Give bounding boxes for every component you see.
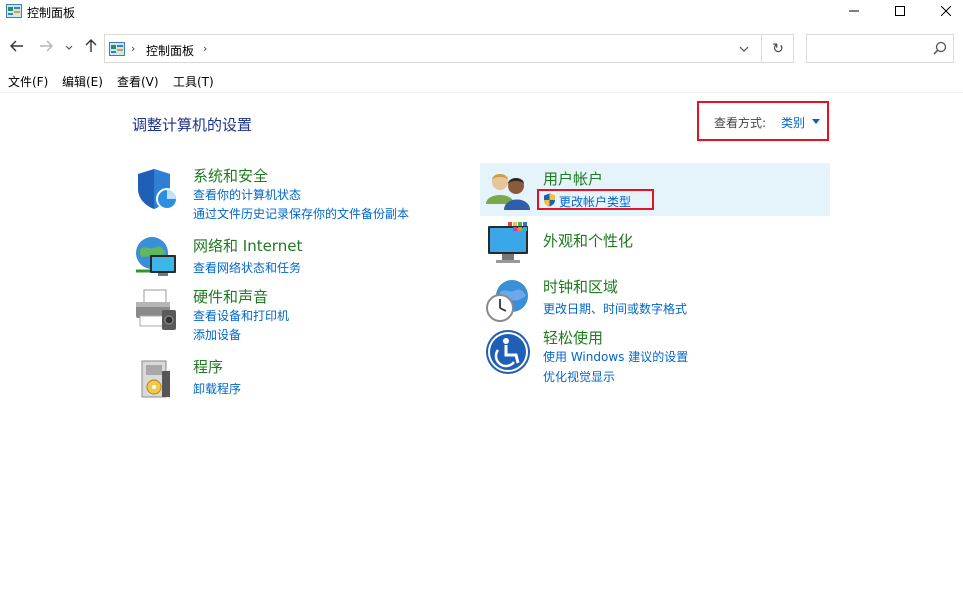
menu-view[interactable]: 查看(V) [117,70,159,90]
link-optimize-visual-display[interactable]: 优化视觉显示 [543,368,615,385]
link-view-computer-status[interactable]: 查看你的计算机状态 [193,186,301,203]
minimize-button[interactable] [831,0,877,24]
network-globe-icon[interactable] [132,233,180,281]
forward-button[interactable] [37,36,55,58]
menu-tools[interactable]: 工具(T) [173,70,214,90]
title-bar: 控制面板 [0,0,963,24]
category-user-accounts[interactable]: 用户帐户 [543,168,603,189]
link-network-status[interactable]: 查看网络状态和任务 [193,259,301,276]
breadcrumb-chevron-icon[interactable]: › [131,42,135,55]
category-hardware-sound[interactable]: 硬件和声音 [193,286,268,307]
category-system-security[interactable]: 系统和安全 [193,165,268,186]
link-change-date-time-format[interactable]: 更改日期、时间或数字格式 [543,300,687,317]
control-panel-icon [6,4,22,18]
caret-down-icon[interactable] [812,119,820,124]
menu-edit[interactable]: 编辑(E) [62,70,103,90]
category-user-accounts-hover [480,163,830,216]
back-button[interactable] [8,36,26,58]
view-by-control: 查看方式: 类别 [697,101,829,141]
close-button[interactable] [923,0,963,24]
up-button[interactable] [82,36,100,58]
category-appearance-personalization[interactable]: 外观和个性化 [543,230,633,251]
ease-of-access-icon[interactable] [484,328,532,376]
change-account-type-highlight[interactable]: 更改帐户类型 [537,189,654,210]
search-box[interactable] [806,34,954,63]
category-ease-of-access[interactable]: 轻松使用 [543,327,603,348]
programs-icon[interactable] [132,355,180,403]
recent-locations-button[interactable] [63,36,75,58]
control-panel-icon [109,42,125,59]
chevron-down-icon [65,40,73,54]
link-windows-recommended-settings[interactable]: 使用 Windows 建议的设置 [543,348,688,365]
link-devices-printers[interactable]: 查看设备和打印机 [193,307,289,324]
printer-icon[interactable] [132,286,180,334]
category-programs[interactable]: 程序 [193,356,223,377]
arrow-up-icon [85,38,97,56]
arrow-right-icon [39,40,53,55]
divider [761,35,762,62]
uac-shield-icon [543,193,556,210]
page-title: 调整计算机的设置 [132,116,253,134]
address-bar[interactable]: › 控制面板 › ↻ [104,34,794,63]
link-add-device[interactable]: 添加设备 [193,326,241,343]
navigation-bar: › 控制面板 › ↻ [0,30,963,64]
appearance-monitor-icon[interactable] [484,220,532,268]
menu-bar: 文件(F) 编辑(E) 查看(V) 工具(T) [0,70,963,92]
category-network-internet[interactable]: 网络和 Internet [193,235,302,256]
clock-globe-icon[interactable] [484,276,532,324]
menu-file[interactable]: 文件(F) [8,70,48,90]
close-icon [940,5,952,19]
breadcrumb-chevron-icon[interactable]: › [203,42,207,55]
search-icon[interactable] [933,41,947,58]
maximize-button[interactable] [877,0,923,24]
view-by-label: 查看方式: [714,116,767,130]
refresh-button[interactable]: ↻ [767,39,789,59]
divider [0,92,963,93]
arrow-left-icon [10,40,24,55]
category-clock-region[interactable]: 时钟和区域 [543,276,618,297]
search-input[interactable] [811,39,927,59]
address-dropdown-button[interactable] [735,40,753,58]
link-file-history-backup[interactable]: 通过文件历史记录保存你的文件备份副本 [193,205,409,222]
link-uninstall-program[interactable]: 卸载程序 [193,380,241,397]
window-title: 控制面板 [27,6,76,20]
minimize-icon [849,5,859,19]
breadcrumb-item[interactable]: 控制面板 [146,42,194,59]
link-change-account-type[interactable]: 更改帐户类型 [559,193,631,210]
maximize-icon [895,5,905,19]
user-accounts-icon[interactable] [484,166,532,214]
shield-icon[interactable] [132,165,180,213]
view-by-dropdown[interactable]: 类别 [781,114,805,131]
